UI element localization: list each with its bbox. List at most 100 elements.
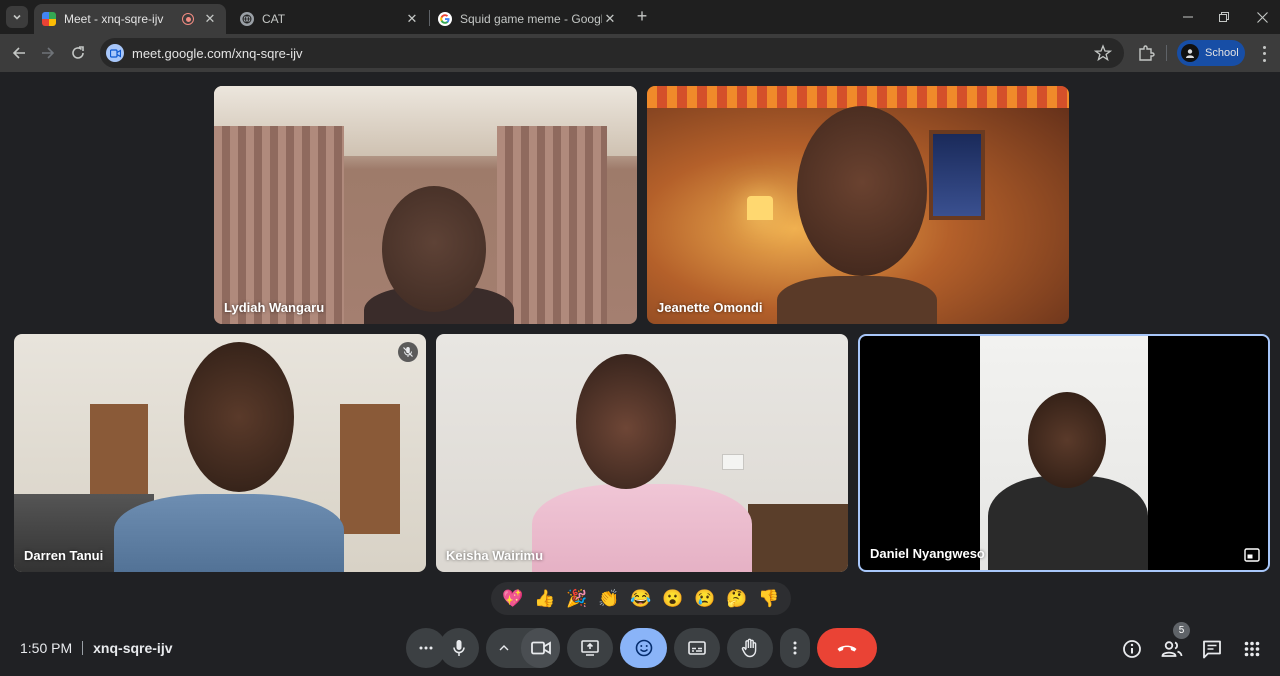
- extensions-puzzle-icon[interactable]: [1136, 43, 1156, 63]
- video-door: [340, 404, 400, 534]
- video-person: [114, 494, 344, 572]
- minimize-icon: [1183, 16, 1193, 18]
- video-person: [988, 476, 1148, 570]
- forward-button[interactable]: [37, 42, 59, 64]
- tab-cat[interactable]: CAT ✕: [232, 4, 428, 34]
- chat-button[interactable]: [1201, 638, 1223, 660]
- reaction-laugh-button[interactable]: 😂: [630, 589, 651, 609]
- more-vertical-icon: [793, 641, 797, 655]
- camera-button[interactable]: [521, 628, 560, 668]
- google-meet-icon: [42, 12, 56, 26]
- arrow-right-icon: [42, 47, 55, 59]
- recording-indicator-icon: [182, 13, 194, 25]
- tab-search-button[interactable]: [6, 6, 28, 28]
- address-bar[interactable]: meet.google.com/xnq-sqre-ijv: [100, 38, 1124, 68]
- reaction-sad-button[interactable]: 😢: [694, 589, 715, 609]
- reload-button[interactable]: [67, 42, 89, 64]
- close-icon: [1256, 11, 1268, 23]
- participant-name: Darren Tanui: [24, 548, 104, 563]
- raise-hand-button[interactable]: [727, 628, 773, 668]
- tab-meet[interactable]: Meet - xnq-sqre-ijv ✕: [34, 4, 226, 34]
- video-feed: [980, 336, 1148, 570]
- leave-call-button[interactable]: [817, 628, 877, 668]
- meeting-details-button[interactable]: [1121, 638, 1143, 660]
- video-camera-icon: [530, 641, 551, 655]
- video-person: [532, 484, 752, 572]
- close-tab-icon[interactable]: ✕: [602, 11, 618, 27]
- people-button[interactable]: [1161, 638, 1183, 660]
- browser-tab-strip: Meet - xnq-sqre-ijv ✕ CAT ✕ Squid game m…: [0, 0, 1280, 34]
- reaction-party-button[interactable]: 🎉: [566, 589, 587, 609]
- close-tab-icon[interactable]: ✕: [202, 11, 218, 27]
- participant-count-badge: 5: [1173, 622, 1190, 639]
- microphone-icon: [453, 640, 465, 656]
- participant-tile[interactable]: Jeanette Omondi: [647, 86, 1069, 324]
- video-lamp: [747, 196, 773, 220]
- restore-button[interactable]: [1212, 6, 1236, 28]
- site-info-camera-icon[interactable]: [106, 44, 124, 62]
- participant-name: Jeanette Omondi: [657, 300, 763, 315]
- meeting-code: xnq-sqre-ijv: [93, 640, 173, 656]
- video-light-switch: [722, 454, 744, 470]
- reaction-thumbs-down-button[interactable]: 👎: [758, 589, 779, 609]
- reaction-surprised-button[interactable]: 😮: [662, 589, 683, 609]
- participant-tile[interactable]: Keisha Wairimu: [436, 334, 848, 572]
- participant-name: Keisha Wairimu: [446, 548, 544, 563]
- profile-label: School: [1205, 47, 1239, 59]
- bookmark-star-icon[interactable]: [1094, 44, 1112, 62]
- reload-icon: [72, 46, 84, 59]
- camera-options-button[interactable]: [486, 628, 521, 668]
- restore-icon: [1219, 12, 1229, 22]
- reaction-heart-button[interactable]: 💖: [502, 589, 523, 609]
- video-person-face: [797, 106, 927, 276]
- present-screen-button[interactable]: [567, 628, 613, 668]
- meeting-time: 1:50 PM: [20, 640, 73, 656]
- more-horizontal-icon: [419, 646, 433, 650]
- toolbar-divider: [1166, 45, 1167, 61]
- avatar: [1181, 44, 1199, 62]
- participant-tile[interactable]: Darren Tanui: [14, 334, 426, 572]
- video-person: [777, 276, 937, 324]
- new-tab-button[interactable]: +: [632, 7, 652, 27]
- captions-button[interactable]: [674, 628, 720, 668]
- present-screen-icon: [581, 640, 599, 656]
- people-icon: [1161, 641, 1183, 657]
- reaction-thinking-button[interactable]: 🤔: [726, 589, 747, 609]
- close-window-button[interactable]: [1250, 6, 1274, 28]
- microphone-button[interactable]: [439, 628, 479, 668]
- meeting-info-text: 1:50 PM xnq-sqre-ijv: [20, 640, 173, 656]
- activities-button[interactable]: [1241, 638, 1263, 660]
- participant-tile[interactable]: Lydiah Wangaru: [214, 86, 637, 324]
- video-garland: [647, 86, 1069, 108]
- reactions-button[interactable]: [620, 628, 667, 668]
- back-button[interactable]: [8, 42, 30, 64]
- participant-name: Lydiah Wangaru: [224, 300, 325, 315]
- reaction-clap-button[interactable]: 👏: [598, 589, 619, 609]
- divider: [82, 641, 84, 655]
- video-person-face: [576, 354, 676, 489]
- url-text: meet.google.com/xnq-sqre-ijv: [132, 46, 303, 61]
- arrow-left-icon: [12, 47, 25, 59]
- minimize-button[interactable]: [1176, 6, 1200, 28]
- chat-icon: [1203, 640, 1221, 659]
- camera-control-group: [486, 628, 560, 668]
- participant-tile-highlighted[interactable]: Daniel Nyangweso: [858, 334, 1270, 572]
- picture-in-picture-icon[interactable]: [1244, 548, 1260, 562]
- more-options-button[interactable]: [780, 628, 810, 668]
- browser-toolbar: meet.google.com/xnq-sqre-ijv School: [0, 34, 1280, 72]
- video-person-face: [382, 186, 486, 312]
- tab-title: CAT: [262, 12, 286, 26]
- video-curtain: [497, 126, 607, 324]
- closed-captions-icon: [688, 641, 706, 655]
- chevron-down-icon: [13, 14, 21, 20]
- browser-menu-button[interactable]: [1256, 44, 1272, 64]
- reaction-thumbs-up-button[interactable]: 👍: [534, 589, 555, 609]
- close-tab-icon[interactable]: ✕: [404, 11, 420, 27]
- participant-muted-badge: [398, 342, 418, 362]
- tab-google-search[interactable]: Squid game meme - Google Se ✕: [430, 4, 626, 34]
- globe-icon: [240, 12, 254, 26]
- participant-name: Daniel Nyangweso: [870, 546, 985, 561]
- end-call-icon: [837, 645, 857, 652]
- apps-grid-icon: [1244, 641, 1260, 657]
- profile-chip[interactable]: School: [1177, 40, 1245, 66]
